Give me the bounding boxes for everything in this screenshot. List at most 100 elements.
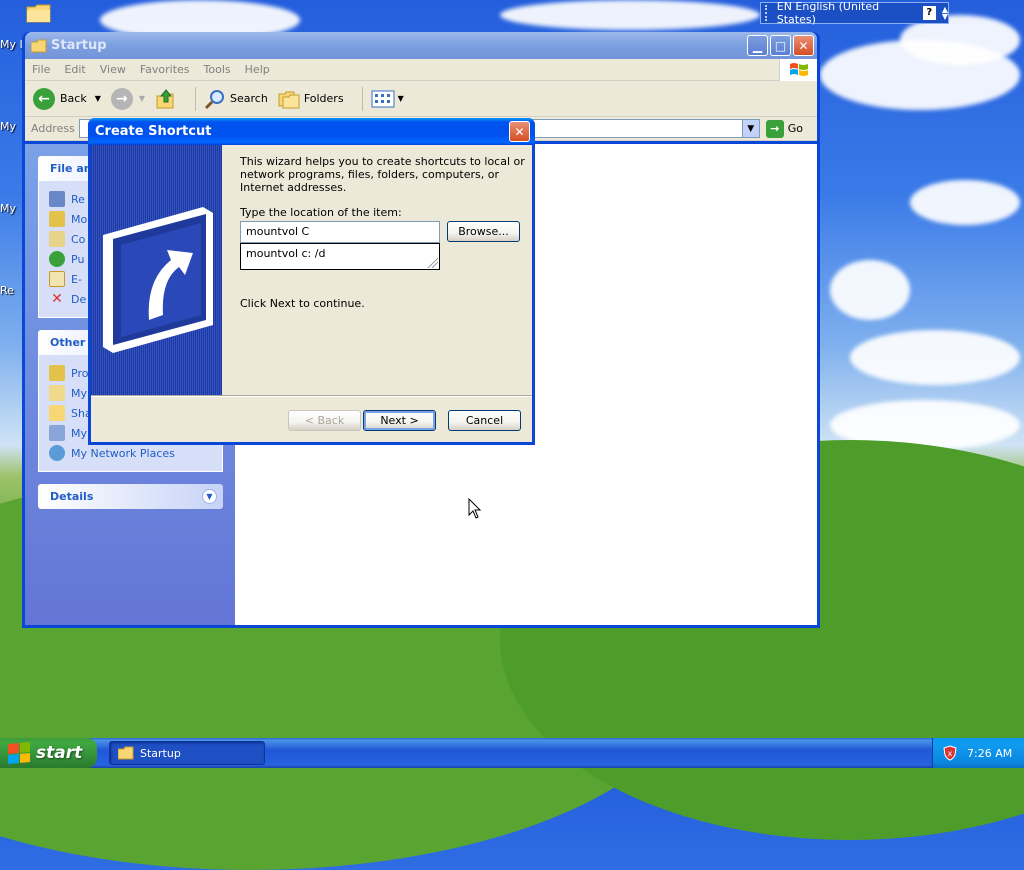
maximize-button[interactable]: □ [770,35,791,56]
up-folder-button[interactable] [155,88,177,110]
desktop-icon-label[interactable]: Re [0,284,14,297]
documents-folder-icon [49,385,65,401]
explorer-title-bar[interactable]: Startup ▁ □ ✕ [25,32,817,59]
suggestion-item[interactable]: mountvol c: /d [246,247,325,260]
place-label: My [71,426,88,440]
place-label: My Network Places [71,446,175,460]
close-button[interactable]: ✕ [793,35,814,56]
place-label: Pro [71,366,89,380]
autocomplete-suggestion[interactable]: mountvol c: /d [240,243,440,270]
task-label: Re [71,192,85,206]
browse-button[interactable]: Browse... [447,221,520,242]
views-dropdown-icon: ▼ [397,94,404,103]
shortcut-arrow-icon [103,207,213,353]
forward-button[interactable]: → ▼ [110,87,145,110]
delete-icon: ✕ [51,291,63,307]
dialog-title-bar[interactable]: Create Shortcut ✕ [88,118,535,145]
chevron-down-icon: ▼ [747,123,755,134]
email-icon [49,271,65,287]
globe-icon [49,251,65,267]
system-tray: x 7:26 AM [932,738,1024,768]
up-folder-icon [156,88,174,108]
maximize-icon: □ [774,38,787,53]
grip-handle[interactable] [765,5,771,21]
menu-view[interactable]: View [93,63,133,76]
back-button-wizard[interactable]: < Back [288,410,361,431]
toolbar-separator [361,86,363,111]
shared-folder-icon [49,405,65,421]
forward-dropdown-icon[interactable]: ▼ [139,94,145,103]
back-button[interactable]: ← Back ▼ [33,87,101,110]
close-icon: ✕ [514,124,525,139]
views-icon [371,90,395,107]
panel-title: Details [50,490,94,503]
wizard-hint-text: Click Next to continue. [240,297,365,310]
create-shortcut-dialog: Create Shortcut ✕ This wizard helps you … [88,118,535,445]
wizard-banner [91,145,222,395]
desktop-icon-label[interactable]: My [0,202,16,215]
folder-icon [26,4,51,23]
search-label: Search [230,92,268,105]
network-places-icon [49,445,65,461]
windows-flag-icon [8,742,30,764]
search-icon [204,89,225,109]
details-header[interactable]: Details ▼ [38,484,223,509]
windows-logo-icon [779,59,817,81]
mouse-cursor-icon [468,498,482,519]
place-label: My [71,386,88,400]
details-panel: Details ▼ [38,484,223,509]
menu-edit[interactable]: Edit [57,63,92,76]
minimize-icon: ▁ [752,38,763,53]
dialog-title: Create Shortcut [95,124,212,139]
back-dropdown-icon[interactable]: ▼ [95,94,101,103]
place-network[interactable]: My Network Places [49,443,212,463]
security-shield-icon[interactable]: x [943,745,957,761]
menu-tools[interactable]: Tools [197,63,238,76]
task-label: E- [71,272,82,286]
svg-text:x: x [948,749,953,758]
clock[interactable]: 7:26 AM [967,747,1012,760]
task-label: De [71,292,87,306]
location-input[interactable]: mountvol C [240,221,440,243]
task-label: Mo [71,212,88,226]
address-label: Address [31,122,75,135]
address-dropdown-button[interactable]: ▼ [741,120,759,137]
folders-label: Folders [303,92,344,105]
close-icon: ✕ [798,38,809,53]
copy-icon [49,231,65,247]
menu-help[interactable]: Help [238,63,277,76]
dialog-separator [91,395,532,397]
views-button[interactable]: ▼ [371,89,404,109]
taskbar-item-label: Startup [140,746,181,760]
minimize-button[interactable]: ▁ [747,35,768,56]
go-button[interactable]: → Go [765,119,803,138]
help-icon[interactable]: ? [922,6,936,20]
folders-button[interactable]: Folders [278,89,344,109]
folder-icon [31,39,47,52]
taskbar-item-startup[interactable]: Startup [109,741,265,765]
language-bar[interactable]: EN English (United States) ? ▲ ▼ [760,0,949,26]
go-arrow-icon: → [765,119,784,138]
language-bar-options-icon[interactable]: ▲ ▼ [942,6,948,21]
dialog-close-button[interactable]: ✕ [509,121,530,142]
panel-title: Other [50,336,86,349]
next-button[interactable]: Next > [363,410,436,431]
desktop-icon-label[interactable]: My [0,120,16,133]
folder-icon [118,746,134,760]
rename-icon [49,191,65,207]
expand-chevron-icon[interactable]: ▼ [202,489,217,504]
desktop-icon-label[interactable]: My I [0,38,23,51]
search-button[interactable]: Search [204,88,268,110]
resize-grip-icon[interactable] [426,256,438,268]
menu-favorites[interactable]: Favorites [133,63,197,76]
dialog-body: This wizard helps you to create shortcut… [91,145,532,442]
start-button[interactable]: start [0,738,97,768]
toolbar-separator [195,86,197,111]
cancel-button[interactable]: Cancel [448,410,521,431]
menu-file[interactable]: File [25,63,57,76]
forward-arrow-icon: → [110,87,133,110]
back-arrow-icon: ← [33,87,55,110]
language-indicator[interactable]: EN English (United States) [777,0,913,26]
location-label: Type the location of the item: [240,206,402,219]
wizard-intro-text: This wizard helps you to create shortcut… [240,155,525,194]
